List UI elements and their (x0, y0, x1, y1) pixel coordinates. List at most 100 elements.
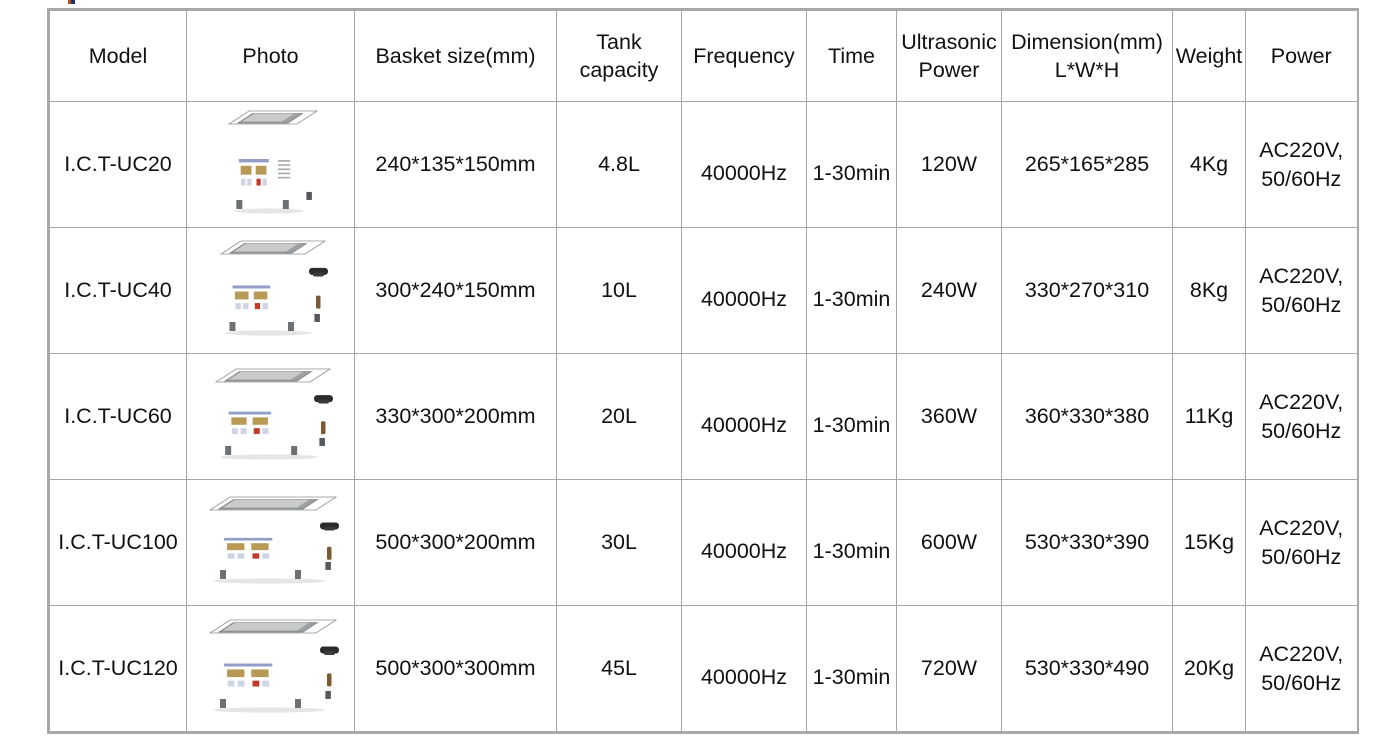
cell-dimension: 360*330*380 (1001, 353, 1173, 480)
cell-model: I.C.T-UC20 (48, 101, 187, 228)
cell-photo (186, 227, 355, 354)
cell-basket-size: 240*135*150mm (354, 101, 557, 228)
cell-time: 1-30min (806, 479, 897, 606)
dimension-value: 360*330*380 (1024, 404, 1150, 429)
model-name: I.C.T-UC100 (58, 530, 178, 555)
cell-power: AC220V, 50/60Hz (1245, 227, 1358, 354)
column-header-tank-capacity: Tank capacity (556, 9, 682, 102)
weight-value: 4Kg (1189, 152, 1229, 177)
header-label: Time (828, 43, 875, 68)
cell-basket-size: 500*300*200mm (354, 479, 557, 606)
table-row: I.C.T-UC100 500*300*200mm 30L 40000Hz 1-30mi… (48, 479, 1358, 606)
product-photo (189, 231, 352, 351)
column-header-time: Time (806, 9, 897, 102)
cell-dimension: 530*330*490 (1001, 605, 1173, 733)
power-value-line2: 50/60Hz (1261, 418, 1342, 443)
cell-ultrasonic-power: 240W (896, 227, 1002, 354)
header-row: Model Photo Basket size(mm) Tank capacit… (48, 9, 1358, 102)
model-name: I.C.T-UC40 (64, 278, 172, 303)
cell-time: 1-30min (806, 353, 897, 480)
dimension-value: 330*270*310 (1024, 278, 1150, 303)
header-label-line1: Dimension(mm) (1011, 29, 1163, 54)
dimension-value: 530*330*490 (1024, 656, 1150, 681)
cell-weight: 4Kg (1172, 101, 1246, 228)
column-header-power: Power (1245, 9, 1358, 102)
cell-weight: 20Kg (1172, 605, 1246, 733)
product-spec-table: Model Photo Basket size(mm) Tank capacit… (47, 8, 1359, 734)
power-value-line1: AC220V, (1259, 138, 1344, 163)
cell-weight: 11Kg (1172, 353, 1246, 480)
frequency-value: 40000Hz (700, 665, 788, 690)
cell-dimension: 265*165*285 (1001, 101, 1173, 228)
ultrasonic-power-value: 360W (920, 404, 978, 429)
cell-tank-capacity: 20L (556, 353, 682, 480)
cell-tank-capacity: 4.8L (556, 101, 682, 228)
cell-power: AC220V, 50/60Hz (1245, 479, 1358, 606)
basket-size-value: 500*300*300mm (375, 656, 536, 681)
column-header-model: Model (48, 9, 187, 102)
power-value-line1: AC220V, (1259, 516, 1344, 541)
model-name: I.C.T-UC20 (64, 152, 172, 177)
ultrasonic-power-value: 120W (920, 152, 978, 177)
cell-basket-size: 330*300*200mm (354, 353, 557, 480)
ultrasonic-power-value: 240W (920, 278, 978, 303)
frequency-value: 40000Hz (700, 287, 788, 312)
table-row: I.C.T-UC20 240*135*150mm 4.8L 40000Hz 1-30mi… (48, 101, 1358, 228)
dimension-value: 265*165*285 (1024, 152, 1150, 177)
cell-photo (186, 101, 355, 228)
power-value-line2: 50/60Hz (1261, 670, 1342, 695)
cell-ultrasonic-power: 360W (896, 353, 1002, 480)
header-label: Frequency (693, 43, 795, 68)
cell-weight: 15Kg (1172, 479, 1246, 606)
header-label-line2: Power (918, 58, 980, 82)
cell-tank-capacity: 10L (556, 227, 682, 354)
weight-value: 20Kg (1183, 656, 1235, 681)
cell-frequency: 40000Hz (681, 353, 807, 480)
weight-value: 15Kg (1183, 530, 1235, 555)
cell-time: 1-30min (806, 605, 897, 733)
header-label: Weight (1175, 43, 1243, 68)
table-header: Model Photo Basket size(mm) Tank capacit… (48, 9, 1358, 102)
basket-size-value: 500*300*200mm (375, 530, 536, 555)
cell-ultrasonic-power: 600W (896, 479, 1002, 606)
cell-frequency: 40000Hz (681, 101, 807, 228)
cell-power: AC220V, 50/60Hz (1245, 605, 1358, 733)
tank-capacity-value: 20L (601, 404, 637, 429)
header-label-line1: Tank (596, 29, 642, 54)
cell-tank-capacity: 30L (556, 479, 682, 606)
column-header-basket-size: Basket size(mm) (354, 9, 557, 102)
cell-ultrasonic-power: 120W (896, 101, 1002, 228)
tank-capacity-value: 4.8L (598, 152, 640, 177)
table-row: I.C.T-UC60 330*300*200mm 20L 40000Hz 1-30min… (48, 353, 1358, 480)
column-header-weight: Weight (1172, 9, 1246, 102)
header-label: Photo (242, 43, 299, 68)
cell-basket-size: 300*240*150mm (354, 227, 557, 354)
cell-weight: 8Kg (1172, 227, 1246, 354)
column-header-ultrasonic-power: Ultrasonic Power (896, 9, 1002, 102)
power-value-line1: AC220V, (1259, 390, 1344, 415)
cell-power: AC220V, 50/60Hz (1245, 101, 1358, 228)
header-label: Basket size(mm) (375, 43, 536, 68)
column-header-frequency: Frequency (681, 9, 807, 102)
time-value: 1-30min (812, 539, 891, 564)
dimension-value: 530*330*390 (1024, 530, 1150, 555)
cell-dimension: 330*270*310 (1001, 227, 1173, 354)
product-photo (189, 609, 352, 729)
column-header-dimension: Dimension(mm) L*W*H (1001, 9, 1173, 102)
header-label-line2: capacity (579, 58, 659, 82)
header-label: Model (88, 43, 148, 68)
power-value-line1: AC220V, (1259, 264, 1344, 289)
frequency-value: 40000Hz (700, 413, 788, 438)
frequency-value: 40000Hz (700, 161, 788, 186)
model-name: I.C.T-UC120 (58, 656, 178, 681)
table-body: I.C.T-UC20 240*135*150mm 4.8L 40000Hz 1-30mi… (48, 101, 1358, 733)
power-value-line2: 50/60Hz (1261, 544, 1342, 569)
cell-dimension: 530*330*390 (1001, 479, 1173, 606)
tank-capacity-value: 45L (601, 656, 637, 681)
cell-time: 1-30min (806, 227, 897, 354)
cell-power: AC220V, 50/60Hz (1245, 353, 1358, 480)
column-header-photo: Photo (186, 9, 355, 102)
time-value: 1-30min (812, 413, 891, 438)
cell-photo (186, 479, 355, 606)
cell-model: I.C.T-UC40 (48, 227, 187, 354)
